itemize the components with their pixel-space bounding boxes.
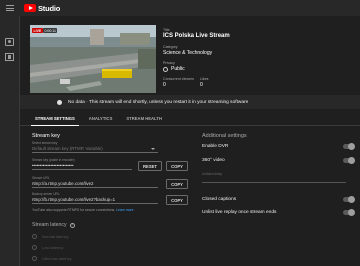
radio-icon (32, 234, 37, 239)
latency-option-low[interactable]: Low-latency (32, 245, 63, 250)
tab-stream-health[interactable]: STREAM HEALTH (119, 112, 169, 125)
app-title: Studio (38, 3, 61, 13)
learn-more-link[interactable]: Learn more (116, 208, 133, 212)
stream-title: ICS Polska Live Stream (163, 33, 230, 39)
likes-value: 0 (200, 82, 203, 88)
live-badge: LIVE (32, 28, 43, 33)
rtmps-note-text: YouTube also supports RTMPS for secure c… (32, 208, 116, 212)
360-video-label: 360° video (202, 158, 225, 163)
left-nav-rail (0, 16, 20, 266)
copy-backup-button[interactable]: COPY (166, 195, 188, 205)
title-label: Title (163, 28, 170, 32)
status-text: No data · This stream will end shortly, … (68, 99, 249, 105)
additional-settings-section: Additional settings Enable DVR 360° vide… (202, 133, 356, 216)
stream-key-title: Stream key (32, 133, 60, 139)
unlisted-delay-field[interactable]: Unlisted delay (202, 172, 346, 183)
additional-settings-title: Additional settings (202, 133, 247, 139)
youtube-studio-logo[interactable]: Studio (24, 4, 60, 13)
latency-option-label: Normal latency (42, 234, 69, 239)
youtube-play-icon (24, 4, 36, 12)
tab-stream-settings[interactable]: STREAM SETTINGS (28, 112, 82, 126)
select-stream-key-label: Select stream key (32, 141, 58, 145)
stream-status-banner: No data · This stream will end shortly, … (20, 95, 360, 109)
backup-url-field[interactable]: Backup server URL rtmp://b.rtmp.youtube.… (32, 192, 158, 204)
help-icon[interactable]: ? (69, 222, 75, 228)
radio-icon (32, 245, 37, 250)
stream-key-label: Stream key (paste in encoder) (32, 158, 75, 162)
unlisted-delay-value (202, 177, 346, 182)
latency-option-label: Ultra low-latency (42, 256, 72, 261)
backup-url-label: Backup server URL (32, 192, 60, 196)
latency-section: Stream latency ? (32, 222, 75, 228)
chevron-down-icon (151, 148, 155, 150)
live-stream-icon[interactable] (5, 38, 14, 46)
stream-key-select[interactable]: Select stream key Default stream key (RT… (32, 141, 158, 153)
replay-toggle[interactable] (343, 208, 355, 216)
unlisted-delay-label: Unlisted delay (202, 172, 223, 176)
likes-label: Likes (200, 77, 209, 81)
replay-label: Unlist live replay once stream ends (202, 210, 277, 215)
captions-label: Closed captions (202, 197, 237, 202)
stream-info: Title ICS Polska Live Stream Category Sc… (163, 28, 353, 88)
concurrent-viewers-value: 0 (163, 82, 166, 88)
category-value: Science & Technology (163, 50, 213, 56)
replay-setting[interactable]: Unlist live replay once stream ends (202, 208, 356, 216)
stream-url-label: Stream URL (32, 176, 50, 180)
hamburger-menu-icon[interactable] (6, 5, 14, 11)
reset-button[interactable]: RESET (138, 161, 162, 171)
tab-analytics[interactable]: ANALYTICS (82, 112, 120, 125)
status-indicator-icon (57, 99, 62, 105)
dvr-label: Enable DVR (202, 144, 229, 149)
stream-preview[interactable]: LIVE 0:00:11 (30, 25, 156, 93)
top-app-bar: Studio (0, 0, 360, 16)
copy-key-button[interactable]: COPY (166, 161, 188, 171)
select-stream-key-value: Default stream key (RTMP, Variable) (32, 146, 103, 151)
preview-image (30, 25, 156, 93)
captions-toggle[interactable] (343, 195, 355, 203)
stream-key-value: ••••••••••••••••••••••••••• (32, 163, 74, 168)
360-video-setting[interactable]: 360° video (202, 156, 356, 164)
concurrent-viewers-label: Concurrent viewers (163, 77, 194, 81)
privacy-label: Privacy (163, 61, 175, 65)
privacy-value: Public (171, 66, 185, 72)
rtmps-note: YouTube also supports RTMPS for secure c… (32, 208, 133, 212)
stream-url-value: rtmp://a.rtmp.youtube.com/live2 (32, 181, 94, 186)
elapsed-time: 0:00:11 (43, 28, 58, 33)
stream-key-field[interactable]: Stream key (paste in encoder) ••••••••••… (32, 158, 132, 170)
category-label: Category (163, 45, 178, 49)
latency-title: Stream latency (32, 222, 67, 228)
radio-icon (32, 256, 37, 261)
copy-url-button[interactable]: COPY (166, 179, 188, 189)
stream-key-section: Stream key Select stream key Default str… (32, 133, 194, 261)
tab-bar: STREAM SETTINGS ANALYTICS STREAM HEALTH (20, 112, 360, 126)
content-library-icon[interactable] (5, 53, 14, 61)
backup-url-value: rtmp://b.rtmp.youtube.com/live2?backup=1 (32, 197, 116, 202)
latency-option-label: Low-latency (42, 245, 64, 250)
latency-option-normal[interactable]: Normal latency (32, 234, 69, 239)
dvr-toggle[interactable] (343, 142, 355, 150)
dvr-setting[interactable]: Enable DVR (202, 142, 356, 150)
stream-url-field[interactable]: Stream URL rtmp://a.rtmp.youtube.com/liv… (32, 176, 158, 188)
captions-setting[interactable]: Closed captions (202, 195, 356, 203)
viewer-stats: Concurrent viewers 0 Likes 0 (163, 77, 237, 88)
category-block: Category Science & Technology (163, 45, 212, 56)
globe-icon (163, 66, 168, 72)
privacy-block: Privacy Public (163, 61, 185, 72)
360-video-toggle[interactable] (343, 156, 355, 164)
latency-option-ultra-low[interactable]: Ultra low-latency (32, 256, 72, 261)
